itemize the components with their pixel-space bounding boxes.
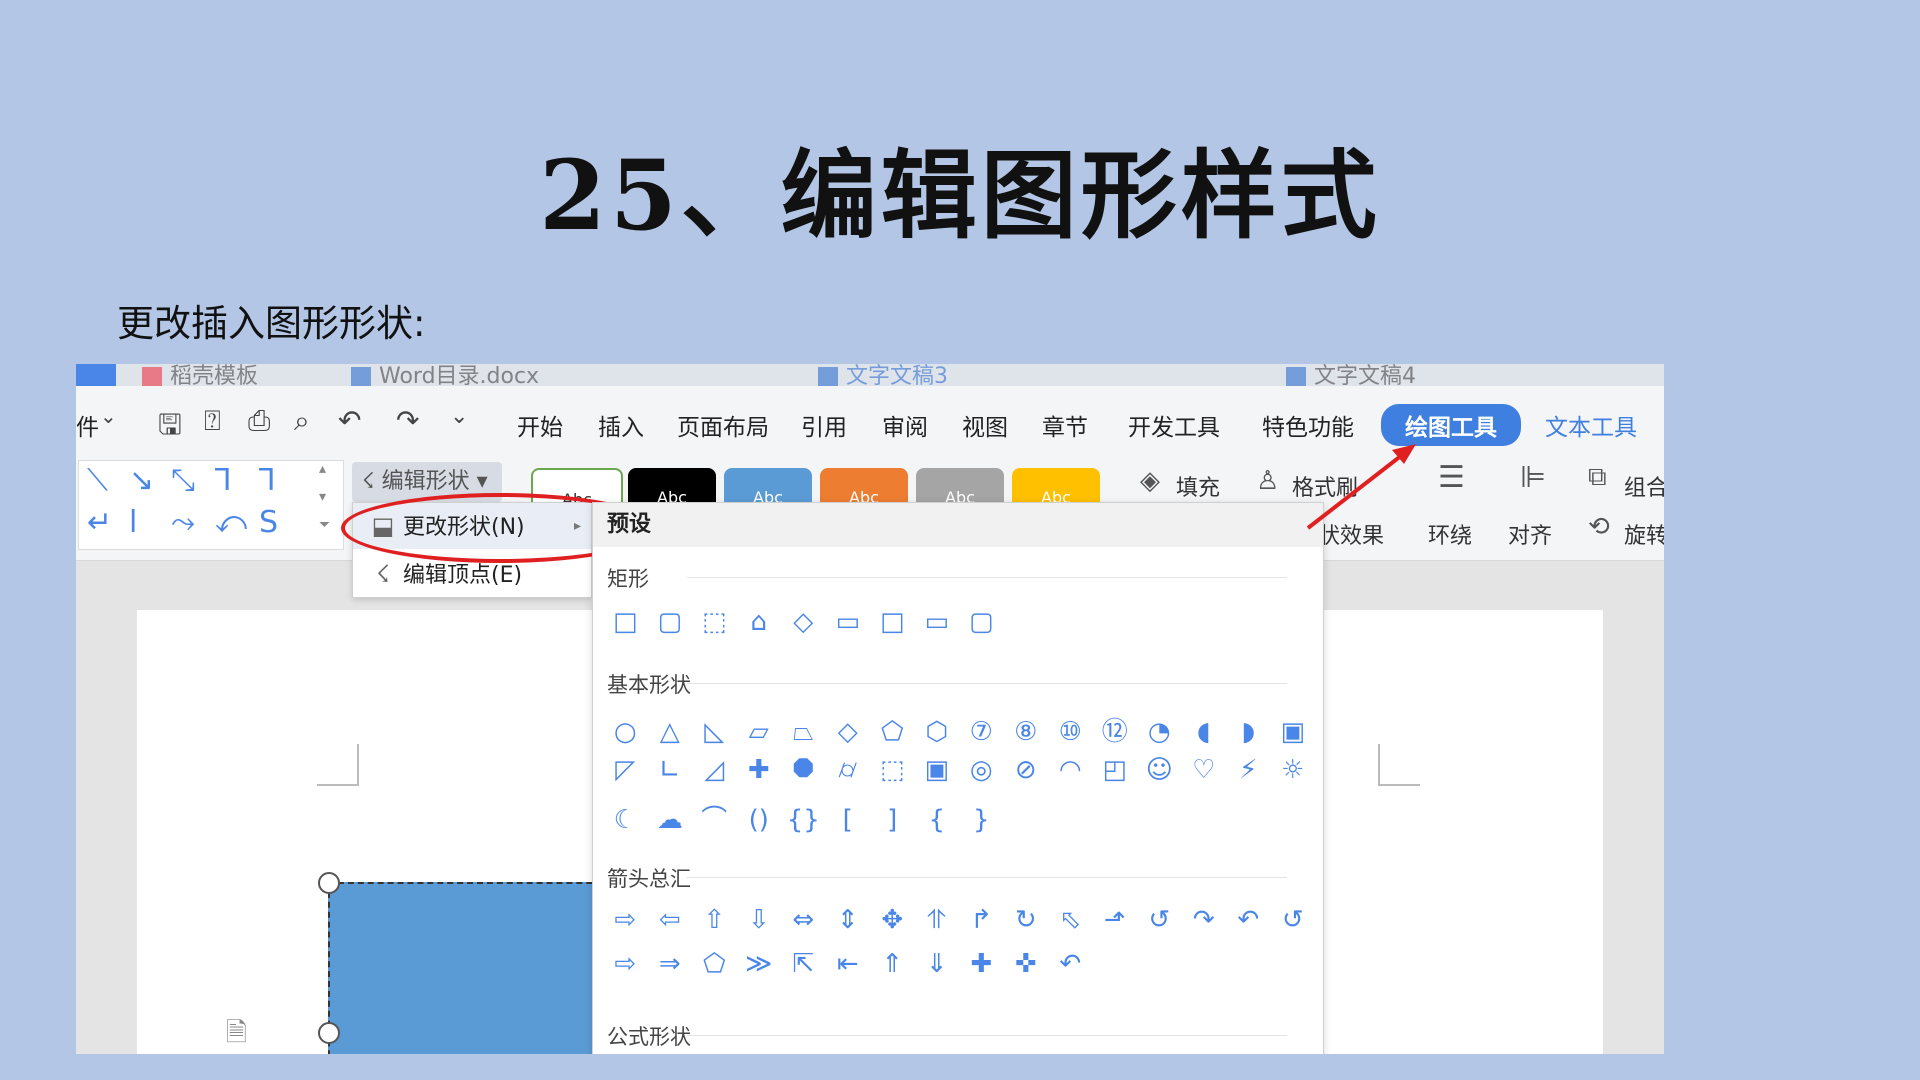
annotation-arrow: [1306, 444, 1416, 530]
slide-title: 25、编辑图形样式: [539, 139, 1381, 252]
slide-subtitle: 更改插入图形形状:: [117, 302, 426, 345]
app-screenshot: 稻壳模板 Word目录.docx 文字文稿3 文字文稿4 件 ⌄ 🖫 ⍰ ⎙ ⌕…: [76, 364, 1664, 1054]
